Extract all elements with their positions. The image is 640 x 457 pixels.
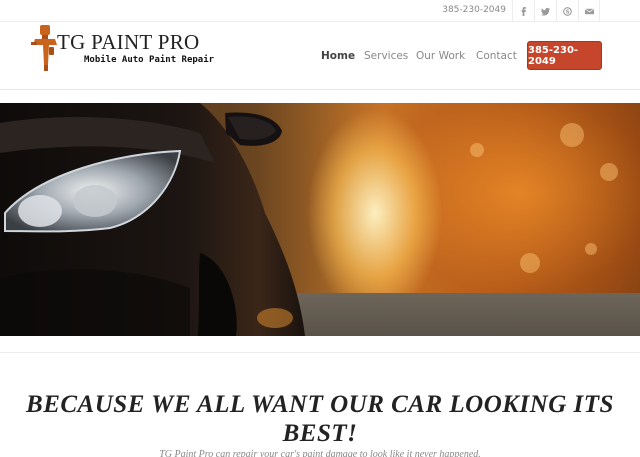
skype-icon[interactable]: S [556, 0, 578, 22]
mail-icon[interactable] [578, 0, 600, 22]
section-divider [0, 352, 640, 353]
hero-image [0, 103, 640, 336]
spray-gun-logo-icon [31, 25, 57, 71]
top-bar: 385-230-2049 S [0, 0, 640, 22]
logo-subtitle: Mobile Auto Paint Repair [84, 55, 215, 65]
nav-our-work[interactable]: Our Work [416, 50, 465, 62]
logo-title[interactable]: TG PAINT PRO [57, 30, 199, 55]
site-header: TG PAINT PRO Mobile Auto Paint Repair Ho… [0, 22, 640, 90]
twitter-icon[interactable] [534, 0, 556, 22]
svg-text:S: S [566, 9, 570, 15]
topbar-phone[interactable]: 385-230-2049 [442, 5, 506, 15]
call-phone-button[interactable]: 385-230-2049 [527, 41, 602, 70]
nav-services[interactable]: Services [364, 50, 408, 62]
car-silhouette [0, 103, 305, 336]
nav-contact[interactable]: Contact [476, 50, 517, 62]
page-headline: BECAUSE WE ALL WANT OUR CAR LOOKING ITS … [26, 391, 614, 447]
nav-home[interactable]: Home [321, 50, 355, 62]
page-subheadline: TG Paint Pro can repair your car's paint… [159, 449, 481, 457]
facebook-icon[interactable] [512, 0, 534, 22]
